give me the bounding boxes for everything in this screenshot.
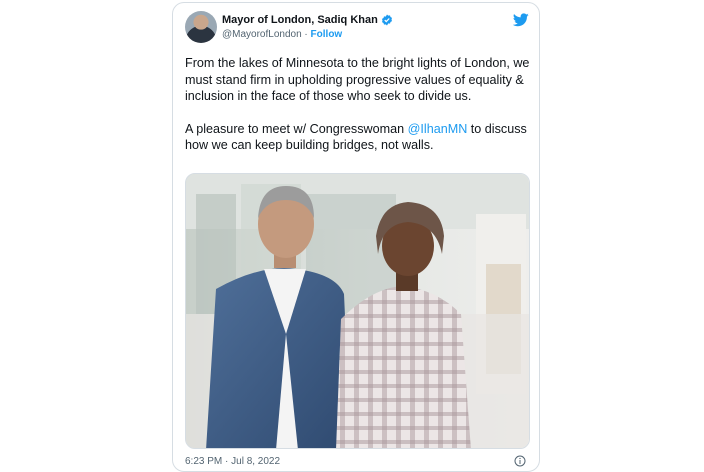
tweet-timestamp[interactable]: 6:23 PM · Jul 8, 2022 (185, 456, 280, 467)
twitter-bird-icon[interactable] (513, 13, 529, 27)
author-handle-line: @MayorofLondon · Follow (222, 29, 342, 40)
author-display-name[interactable]: Mayor of London, Sadiq Khan (222, 14, 378, 26)
photo-illustration (186, 174, 529, 448)
author-name-line: Mayor of London, Sadiq Khan (222, 14, 393, 26)
author-handle[interactable]: @MayorofLondon (222, 29, 302, 40)
author-avatar[interactable] (185, 11, 217, 43)
tweet-text-before-mention: A pleasure to meet w/ Congresswoman (185, 121, 408, 136)
info-icon[interactable] (514, 455, 526, 467)
tweet-photo[interactable] (185, 173, 530, 449)
verified-badge-icon (381, 14, 392, 26)
tweet-card[interactable]: Mayor of London, Sadiq Khan @MayorofLond… (172, 2, 540, 472)
mention-link[interactable]: @IlhanMN (408, 122, 468, 136)
tweet-paragraph-2: A pleasure to meet w/ Congresswoman @Ilh… (185, 121, 535, 154)
tweet-paragraph-1: From the lakes of Minnesota to the brigh… (185, 56, 530, 103)
follow-button[interactable]: Follow (311, 29, 343, 40)
tweet-text: From the lakes of Minnesota to the brigh… (185, 55, 535, 170)
handle-separator: · (301, 29, 311, 40)
